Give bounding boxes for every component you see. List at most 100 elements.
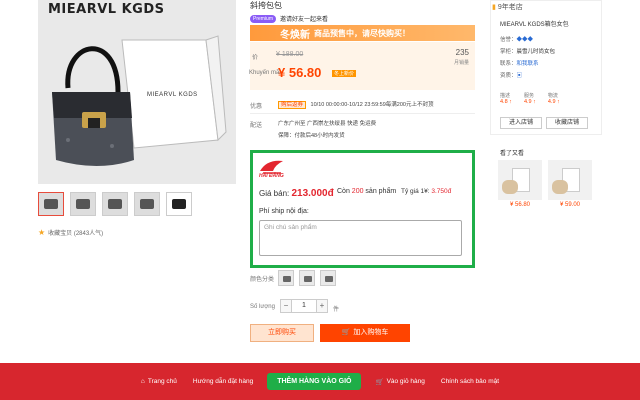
original-price-label: 价 xyxy=(252,55,259,61)
quantity-plus-button[interactable]: + xyxy=(316,299,328,313)
price-box: 价 ¥ 188.00 Khuyến mãi ¥ 56.80 冬上新价 235 月… xyxy=(249,42,475,90)
stat-description: 描述 4.8 ↑ xyxy=(500,92,512,105)
promo-banner: 冬焕新 商品预售中，请尽快购买！ xyxy=(250,25,475,41)
ext-price: Giá bán: 213.000đ xyxy=(259,188,334,199)
enter-shop-button[interactable]: 进入店铺 xyxy=(500,117,542,129)
license-icon[interactable]: ▣ xyxy=(517,73,523,79)
favorite-text: 收藏宝贝 (2843人气) xyxy=(48,231,104,237)
cart-icon: 🛒 xyxy=(341,329,351,336)
stat-value: 4.8 ↑ xyxy=(500,99,512,105)
promo-banner-title: 冬焕新 xyxy=(280,29,310,41)
guarantee-row-value: 保障：付款后48小时内发货 xyxy=(278,133,345,139)
color-swatch-2[interactable] xyxy=(299,270,315,286)
ext-price-label: Giá bán: xyxy=(259,189,292,198)
also-viewed-item[interactable]: ¥ 59.00 xyxy=(548,160,592,208)
shipping-row-label: 配送 xyxy=(250,123,263,129)
order-extension-panel: HẢI ĐĂNG Giá bán: 213.000đ Còn 200 sản p… xyxy=(250,150,475,268)
promo-banner-text: 商品预售中，请尽快购买！ xyxy=(314,28,410,38)
ext-price-value: 213.000đ xyxy=(291,188,334,199)
nav-policy-label: Chính sách bảo mật xyxy=(440,378,500,385)
sale-tag: 冬上新价 xyxy=(332,70,357,77)
also-viewed-price: ¥ 59.00 xyxy=(559,202,581,208)
quantity-input[interactable]: 1 xyxy=(292,299,316,313)
cart-icon: 🛒 xyxy=(375,378,384,386)
nav-policy[interactable]: Chính sách bảo mật xyxy=(441,378,499,385)
product-title: 斜挎包包 xyxy=(250,1,282,10)
promo-chip[interactable]: 购后返券 xyxy=(278,101,307,109)
shop-contact-label: 联系： xyxy=(500,61,517,67)
diamond-icon: ◆◆◆ xyxy=(516,37,534,43)
quantity-label: Số lượng xyxy=(250,304,275,310)
thumbnail-2[interactable] xyxy=(70,192,96,216)
shop-contact-value[interactable]: 和我联系 xyxy=(517,61,539,67)
favorite-shop-button[interactable]: 收藏店铺 xyxy=(546,117,588,129)
shop-name[interactable]: MIEARVL KGDS箱包女包 xyxy=(500,19,569,28)
stat-value: 4.9 ↑ xyxy=(523,99,536,105)
thumbnail-1[interactable] xyxy=(38,192,64,216)
shop-years: ▮ 9年老店 xyxy=(492,2,523,12)
shop-seller-value: 晨雪儿时尚女包 xyxy=(516,49,556,55)
quantity-unit: 件 xyxy=(333,307,340,313)
sold-count: 235 xyxy=(455,48,469,57)
also-viewed-item[interactable]: ¥ 56.80 xyxy=(498,160,542,208)
thumbnail-strip xyxy=(38,192,192,216)
ext-stock-prefix: Còn xyxy=(337,188,352,195)
ext-rate-value: 3.750đ xyxy=(431,188,452,195)
nav-cart-label: Vào giỏ hàng xyxy=(386,378,425,385)
original-price: ¥ 188.00 xyxy=(276,51,304,58)
ext-note-label: Phí ship nội địa: xyxy=(259,208,309,215)
add-to-cart-button[interactable]: 🛒 加入购物车 xyxy=(320,324,410,342)
add-to-cart-label: 加入购物车 xyxy=(353,329,389,336)
product-note-input[interactable] xyxy=(259,220,462,256)
also-viewed-price: ¥ 56.80 xyxy=(509,202,531,208)
shop-credit-row: 信誉：◆◆◆ xyxy=(500,35,533,43)
nav-home[interactable]: ⌂ Trang chủ xyxy=(141,378,177,385)
product-tag: Premium 邀请好友一起来看 xyxy=(250,14,328,23)
hai-dang-logo-text: HẢI ĐĂNG xyxy=(259,173,284,179)
shop-seller-label: 掌柜： xyxy=(500,49,517,55)
ext-rate-label: Tỷ giá 1¥: xyxy=(401,188,432,195)
shipping-row-value: 广东广州至 广西崇左扶绥县 快递 免运费 xyxy=(278,121,377,127)
nav-cart[interactable]: 🛒 Vào giỏ hàng xyxy=(375,378,424,386)
shop-years-icon: ▮ xyxy=(492,4,496,11)
main-product-image[interactable]: MIEARVL KGDS MIEARVL KGDS xyxy=(38,0,236,184)
sale-price: ¥ 56.80 xyxy=(278,65,322,80)
color-label: 颜色分类 xyxy=(250,277,275,283)
ext-stock: Còn 200 sản phẩm xyxy=(337,188,396,195)
nav-guide-label: Hướng dẫn đặt hàng xyxy=(192,378,254,385)
stat-logistics: 物流 4.9 ↑ xyxy=(548,92,560,105)
sale-price-label: Khuyến mãi xyxy=(249,70,281,76)
nav-home-label: Trang chủ xyxy=(147,378,177,385)
buy-now-button[interactable]: 立即购买 xyxy=(250,324,314,342)
shop-stats: 描述 4.8 ↑ 服务 4.9 ↑ 物流 4.9 ↑ xyxy=(500,92,560,105)
also-viewed-image xyxy=(498,160,542,200)
favorite-link[interactable]: ★ 收藏宝贝 (2843人气) xyxy=(38,228,103,237)
premium-badge: Premium xyxy=(250,14,277,23)
add-to-order-cart-button[interactable]: THÊM HÀNG VÀO GIỎ xyxy=(267,373,362,390)
quantity-minus-button[interactable]: − xyxy=(280,299,292,313)
thumbnail-5[interactable] xyxy=(166,192,192,216)
bottom-nav-bar: ⌂ Trang chủ Hướng dẫn đặt hàng THÊM HÀNG … xyxy=(0,363,640,400)
nav-guide[interactable]: Hướng dẫn đặt hàng xyxy=(193,378,253,385)
shop-credit-label: 信誉： xyxy=(500,37,517,43)
brand-title: MIEARVL KGDS xyxy=(48,2,165,17)
stat-service: 服务 4.9 ↑ xyxy=(524,92,536,105)
thumbnail-3[interactable] xyxy=(102,192,128,216)
divider xyxy=(250,113,475,114)
ext-exchange-rate: Tỷ giá 1¥: 3.750đ xyxy=(401,188,451,195)
quantity-stepper: − 1 + xyxy=(280,299,328,313)
bag-illustration xyxy=(38,0,236,184)
also-viewed-title: 看了又看 xyxy=(500,151,525,157)
color-swatch-1[interactable] xyxy=(278,270,294,286)
thumbnail-4[interactable] xyxy=(134,192,160,216)
ext-stock-suffix: sản phẩm xyxy=(363,188,397,195)
promo-row-value: 购后返券 10/10 00:00:00-10/12 23:59:59每满200元… xyxy=(278,100,433,109)
tag-text: 邀请好友一起来看 xyxy=(280,17,329,23)
shop-years-text: 9年老店 xyxy=(497,4,523,11)
shop-contact-row: 联系：和我联系 xyxy=(500,59,539,67)
shop-qual-label: 资质： xyxy=(500,73,517,79)
color-swatch-3[interactable] xyxy=(320,270,336,286)
shop-seller-row: 掌柜：晨雪儿时尚女包 xyxy=(500,47,555,55)
stat-value: 4.9 ↑ xyxy=(547,99,560,105)
promo-row-label: 优惠 xyxy=(250,104,263,110)
